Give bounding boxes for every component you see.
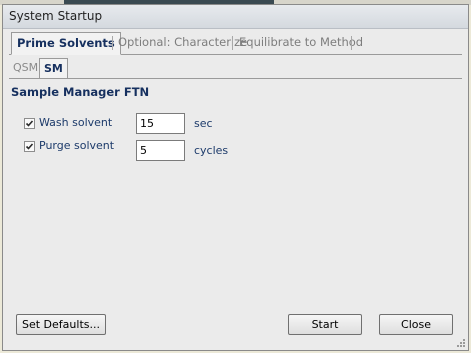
- sub-tab-bar: QSM SM: [9, 58, 462, 79]
- window-title: System Startup: [9, 9, 103, 23]
- purge-solvent-input[interactable]: [136, 140, 185, 161]
- wash-solvent-input[interactable]: [136, 113, 185, 134]
- wash-solvent-unit: sec: [194, 117, 213, 130]
- checkmark-icon: [25, 143, 34, 150]
- resize-grip-icon[interactable]: [456, 338, 466, 348]
- checkmark-icon: [25, 120, 34, 127]
- system-startup-dialog: System Startup Prime Solvents Optional: …: [2, 4, 469, 351]
- wash-solvent-label: Wash solvent: [39, 116, 113, 129]
- start-button[interactable]: Start: [288, 314, 362, 335]
- tab-equilibrate-to-method[interactable]: Equilibrate to Method: [234, 32, 368, 53]
- subtab-sm[interactable]: SM: [39, 58, 68, 78]
- purge-solvent-checkbox[interactable]: [24, 141, 35, 152]
- tab-separator: [232, 36, 233, 50]
- main-tab-bar: Prime Solvents Optional: Characterize Eq…: [9, 32, 462, 55]
- wash-solvent-checkbox[interactable]: [24, 118, 35, 129]
- close-button[interactable]: Close: [379, 314, 453, 335]
- section-title: Sample Manager FTN: [11, 85, 150, 99]
- purge-solvent-unit: cycles: [194, 144, 229, 157]
- title-bar[interactable]: System Startup: [3, 5, 468, 29]
- set-defaults-button[interactable]: Set Defaults...: [16, 314, 106, 335]
- subtab-qsm[interactable]: QSM: [13, 58, 38, 78]
- tab-separator: [351, 36, 352, 50]
- purge-solvent-label: Purge solvent: [39, 139, 115, 152]
- tab-prime-solvents[interactable]: Prime Solvents: [11, 32, 121, 55]
